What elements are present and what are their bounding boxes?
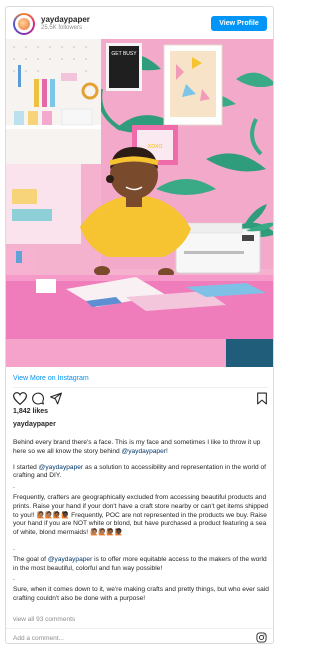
post-header: yaydaypaper 25.5K followers View Profile [6, 7, 273, 39]
crafting-studio-photo: GET BUSY xoxo [6, 39, 273, 367]
add-comment-input[interactable]: Add a comment... [13, 635, 64, 642]
avatar-ring [15, 15, 33, 33]
caption-paragraph: Sure, when it comes down to it, we're ma… [13, 586, 269, 602]
caption-paragraph: Frequently, crafters are geographically … [13, 493, 269, 537]
caption-paragraph: . [13, 544, 15, 552]
view-all-comments-link[interactable]: view all 93 comments [13, 616, 75, 623]
view-profile-button[interactable]: View Profile [211, 16, 267, 31]
xoxo-sign-text: xoxo [148, 143, 163, 150]
mention-link[interactable]: @yaydaypaper [39, 464, 83, 471]
comment-bar: Add a comment... [6, 628, 273, 643]
caption-paragraph: . [13, 575, 15, 583]
caption-paragraph: . [13, 483, 15, 491]
caption-username[interactable]: yaydaypaper [13, 421, 56, 428]
action-bar [13, 392, 268, 406]
view-more-link[interactable]: View More on Instagram [13, 375, 89, 382]
share-icon[interactable] [49, 392, 63, 405]
mention-link[interactable]: @yaydaypaper [122, 448, 166, 455]
letterboard-text: GET BUSY [111, 51, 137, 57]
follower-count: 25.5K followers [41, 25, 83, 31]
avatar-image [18, 18, 30, 30]
account-username[interactable]: yaydaypaper [41, 15, 90, 24]
bookmark-icon[interactable] [256, 392, 268, 405]
post-photo[interactable]: GET BUSY xoxo [6, 39, 273, 367]
caption-paragraph: The goal of @yaydaypaper is to offer mor… [13, 555, 267, 572]
scissors [18, 65, 21, 87]
heart-icon[interactable] [13, 392, 27, 405]
shelf [6, 125, 101, 129]
instagram-embed-card: yaydaypaper 25.5K followers View Profile [5, 6, 274, 644]
post-caption: Behind every brand there's a face. This … [13, 439, 271, 611]
divider [13, 387, 268, 388]
instagram-logo-icon[interactable] [256, 632, 267, 643]
profile-avatar[interactable] [13, 13, 35, 35]
caption-paragraph: I started @yaydaypaper as a solution to … [13, 463, 267, 480]
caption-paragraph: Behind every brand there's a face. This … [13, 439, 261, 455]
comment-icon[interactable] [31, 392, 45, 405]
like-count[interactable]: 1,842 likes [13, 408, 48, 415]
mention-link[interactable]: @yaydaypaper [48, 556, 92, 563]
